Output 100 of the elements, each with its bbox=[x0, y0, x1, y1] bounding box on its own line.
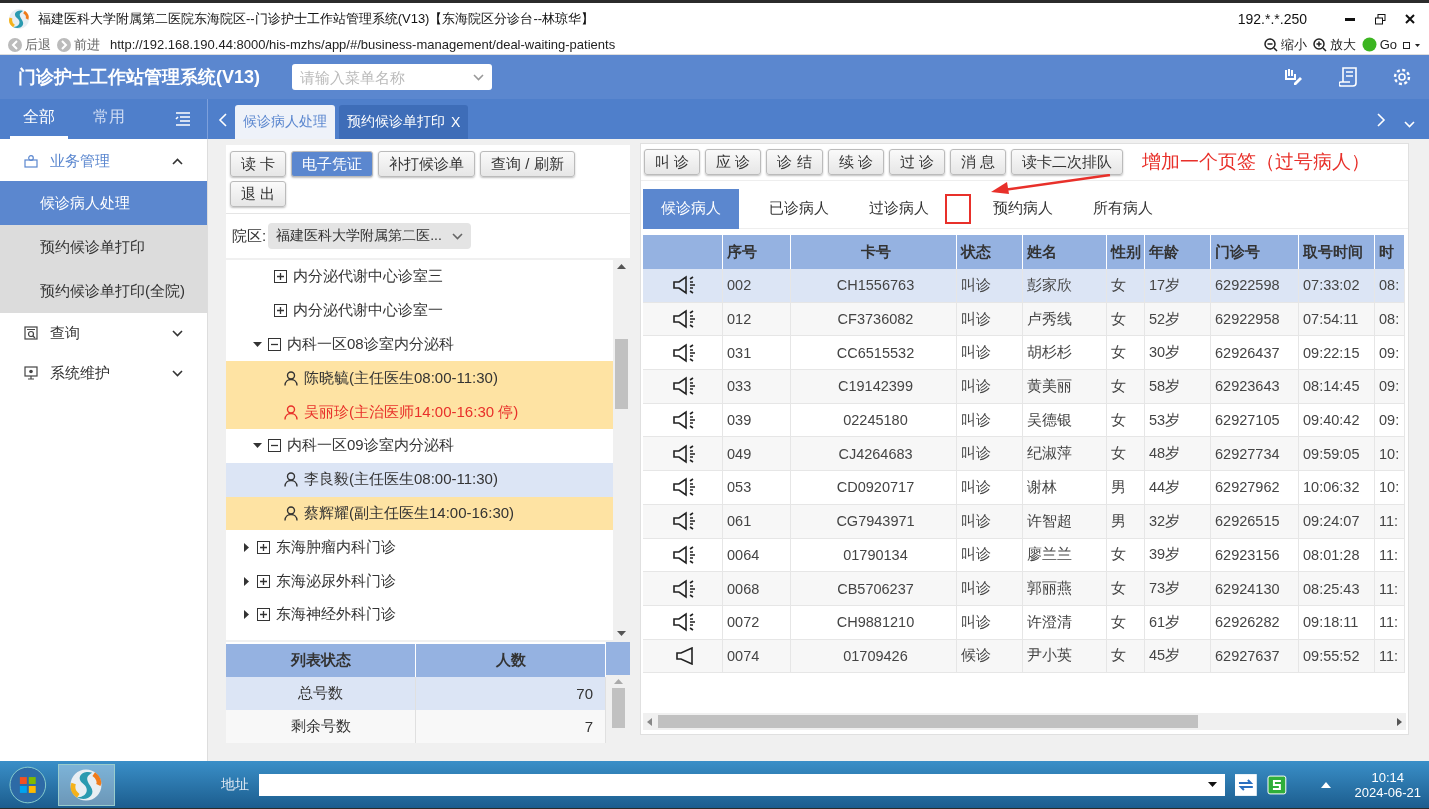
patient-tab[interactable]: 过诊病人 bbox=[851, 188, 947, 229]
menu-search-field[interactable]: 请输入菜单名称 bbox=[292, 64, 492, 90]
url-text[interactable]: http://192.168.190.44:8000/his-mzhs/app/#/business-management/deal-waiting-patients bbox=[110, 37, 616, 52]
sidebar-subitem[interactable]: 预约候诊单打印(全院) bbox=[0, 269, 207, 313]
minus-box-icon[interactable] bbox=[268, 439, 281, 453]
speaker-icon[interactable] bbox=[671, 342, 698, 363]
speaker-icon[interactable] bbox=[671, 544, 698, 565]
speaker-icon[interactable] bbox=[671, 511, 698, 532]
back-button[interactable]: 后退 bbox=[8, 35, 51, 54]
address-field[interactable] bbox=[259, 773, 1226, 796]
action-button[interactable]: 诊 结 bbox=[766, 149, 823, 175]
forward-button[interactable]: 前进 bbox=[57, 35, 100, 54]
scroll-right-icon[interactable] bbox=[1397, 717, 1402, 726]
tree-node-label[interactable]: 东海泌尿外科门诊 bbox=[276, 571, 396, 591]
caret-down-icon[interactable] bbox=[253, 441, 262, 451]
speaker-icon[interactable] bbox=[671, 443, 698, 464]
action-button[interactable]: 过 诊 bbox=[888, 149, 945, 175]
close-tab-button[interactable]: X bbox=[451, 114, 461, 130]
sidebar-item[interactable]: 业务管理 bbox=[0, 141, 207, 181]
chevron-down-icon[interactable] bbox=[172, 369, 183, 377]
document-icon[interactable] bbox=[1339, 67, 1357, 87]
settings-icon[interactable] bbox=[1393, 68, 1411, 86]
chevron-down-icon[interactable] bbox=[172, 329, 183, 337]
scroll-down-icon[interactable] bbox=[617, 631, 626, 636]
chevron-left-icon[interactable] bbox=[218, 113, 227, 127]
restore-button[interactable] bbox=[1374, 13, 1386, 25]
scroll-thumb[interactable] bbox=[615, 339, 628, 409]
speaker-icon[interactable] bbox=[671, 309, 698, 330]
column-header: 卡号 bbox=[791, 235, 957, 269]
doctor-row[interactable]: 蔡辉耀(副主任医生14:00-16:30) bbox=[226, 496, 613, 531]
swap-arrows-icon[interactable] bbox=[1235, 773, 1257, 796]
sidebar-subitem[interactable]: 预约候诊单打印 bbox=[0, 225, 207, 269]
toolbar-button[interactable]: 电子凭证 bbox=[291, 151, 374, 177]
megaphone-icon[interactable] bbox=[674, 646, 695, 665]
caret-right-icon[interactable] bbox=[242, 610, 251, 620]
scroll-left-icon[interactable] bbox=[647, 717, 652, 726]
plus-box-icon[interactable] bbox=[257, 608, 270, 622]
close-button[interactable] bbox=[1405, 14, 1415, 24]
caret-right-icon[interactable] bbox=[242, 576, 251, 586]
chevron-up-icon[interactable] bbox=[172, 157, 183, 165]
tree-node-label[interactable]: 东海神经外科门诊 bbox=[276, 605, 396, 625]
table-cell: 卢秀线 bbox=[1023, 302, 1107, 337]
action-button[interactable]: 叫 诊 bbox=[644, 149, 701, 175]
toolbar-button[interactable]: 退 出 bbox=[230, 181, 287, 207]
toolbar-button[interactable]: 补打候诊单 bbox=[378, 151, 476, 177]
speaker-icon[interactable] bbox=[671, 612, 698, 633]
minimize-button[interactable] bbox=[1345, 17, 1355, 21]
action-button[interactable]: 应 诊 bbox=[705, 149, 762, 175]
zoom-in-button[interactable]: 放大 bbox=[1312, 35, 1356, 54]
doctor-row[interactable]: 陈晓毓(主任医生08:00-11:30) bbox=[226, 361, 613, 396]
speaker-icon[interactable] bbox=[671, 578, 698, 599]
doctor-row[interactable]: 李良毅(主任医生08:00-11:30) bbox=[226, 462, 613, 497]
table-cell: 叫诊 bbox=[957, 471, 1023, 505]
plus-box-icon[interactable] bbox=[257, 574, 270, 588]
caret-right-icon[interactable] bbox=[242, 542, 251, 552]
speaker-icon[interactable] bbox=[671, 275, 698, 296]
plus-box-icon[interactable] bbox=[274, 304, 287, 318]
patient-tab[interactable]: 候诊病人 bbox=[643, 188, 739, 229]
tray-app-icon[interactable] bbox=[1266, 774, 1287, 795]
sidebar-subitem[interactable]: 候诊病人处理 bbox=[0, 181, 207, 225]
tree-node-label[interactable]: 东海肿瘤内科门诊 bbox=[276, 537, 396, 557]
chevron-right-icon[interactable] bbox=[1377, 113, 1386, 127]
patient-tab[interactable]: 所有病人 bbox=[1075, 188, 1171, 229]
menu-icon[interactable] bbox=[175, 112, 191, 126]
scroll-up-icon[interactable] bbox=[617, 264, 626, 269]
campus-select[interactable]: 福建医科大学附属第二医... bbox=[268, 223, 471, 249]
action-button[interactable]: 续 诊 bbox=[827, 149, 884, 175]
go-button[interactable]: Go bbox=[1361, 37, 1397, 52]
plus-box-icon[interactable] bbox=[257, 540, 270, 554]
patient-tab[interactable]: 预约病人 bbox=[975, 188, 1071, 229]
scroll-thumb[interactable] bbox=[611, 688, 625, 728]
hand-pen-icon[interactable] bbox=[1283, 68, 1303, 86]
tree-node-label[interactable]: 内科一区09诊室内分泌科 bbox=[287, 436, 454, 456]
page-tab[interactable]: 预约候诊单打印 X bbox=[339, 105, 469, 139]
tree-node-label[interactable]: 内分泌代谢中心诊室三 bbox=[293, 267, 443, 287]
doctor-row[interactable]: 吴丽珍(主治医师14:00-16:30 停) bbox=[226, 395, 613, 429]
speaker-icon[interactable] bbox=[671, 376, 698, 397]
toolbar-button[interactable]: 读 卡 bbox=[230, 151, 287, 177]
toolbar-button[interactable]: 查询 / 刷新 bbox=[480, 151, 575, 177]
tree-node-label[interactable]: 内分泌代谢中心诊室一 bbox=[293, 301, 443, 321]
plus-box-icon[interactable] bbox=[274, 270, 287, 284]
zoom-out-button[interactable]: 缩小 bbox=[1263, 35, 1307, 54]
scrollbar[interactable] bbox=[613, 260, 630, 640]
action-button[interactable]: 读卡二次排队 bbox=[1011, 149, 1124, 175]
table-cell: 许智超 bbox=[1023, 504, 1107, 539]
action-button[interactable]: 消 息 bbox=[949, 149, 1007, 175]
caret-down-icon[interactable] bbox=[253, 340, 262, 349]
sidebar-item[interactable]: 系统维护 bbox=[0, 353, 207, 393]
taskbar-app-button[interactable] bbox=[57, 763, 116, 806]
horizontal-scrollbar[interactable] bbox=[643, 713, 1406, 730]
speaker-icon[interactable] bbox=[671, 477, 698, 498]
show-hidden-icons-icon[interactable] bbox=[1320, 781, 1331, 788]
patient-tab[interactable]: 已诊病人 bbox=[751, 188, 847, 229]
tree-node-label[interactable]: 内科一区08诊室内分泌科 bbox=[287, 335, 454, 354]
speaker-icon[interactable] bbox=[671, 410, 698, 431]
start-button[interactable] bbox=[8, 764, 48, 805]
dropdown-arrow-icon[interactable] bbox=[1208, 782, 1218, 787]
sidebar-item[interactable]: 查询 bbox=[0, 313, 207, 353]
window-menu-icon[interactable] bbox=[1403, 40, 1421, 49]
minus-box-icon[interactable] bbox=[268, 338, 281, 351]
